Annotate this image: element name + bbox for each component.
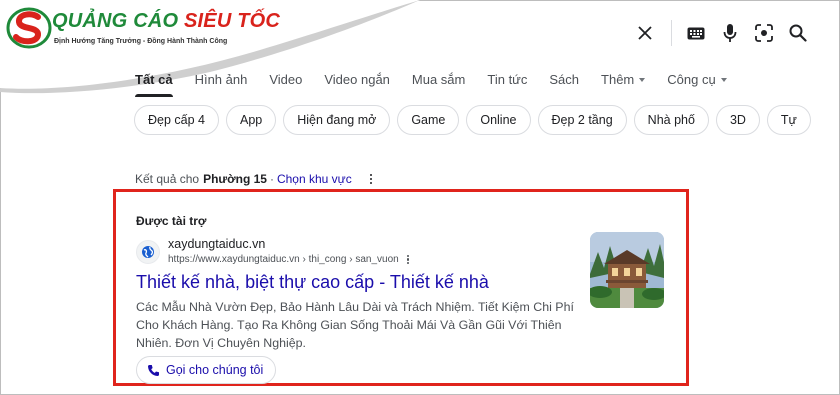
results-for-location: Kết quả cho Phường 15 · Chọn khu vực bbox=[135, 172, 373, 186]
chip[interactable]: 3D bbox=[715, 105, 760, 135]
chip[interactable]: Đẹp cấp 4 bbox=[134, 105, 219, 135]
ad-site-url: https://www.xaydungtaiduc.vn › thi_cong … bbox=[168, 254, 409, 265]
tab-label: Tất cả bbox=[135, 72, 173, 87]
chip[interactable]: Đẹp 2 tầng bbox=[537, 105, 627, 135]
ad-title-link[interactable]: Thiết kế nhà, biệt thự cao cấp - Thiết k… bbox=[136, 272, 489, 293]
tab-books[interactable]: Sách bbox=[549, 72, 579, 97]
tab-images[interactable]: Hình ảnh bbox=[195, 72, 248, 97]
tab-label: Sách bbox=[549, 72, 580, 87]
close-icon[interactable] bbox=[633, 21, 657, 45]
ad-description: Các Mẫu Nhà Vườn Đẹp, Bảo Hành Lâu Dài v… bbox=[136, 300, 574, 350]
tab-label: Video ngắn bbox=[324, 72, 390, 87]
chip[interactable]: Game bbox=[397, 105, 460, 135]
tab-short-videos[interactable]: Video ngắn bbox=[324, 72, 390, 97]
tab-tools[interactable]: Công cụ bbox=[667, 72, 727, 97]
chevron-down-icon bbox=[639, 77, 646, 82]
logo-s-icon bbox=[6, 7, 52, 49]
tab-label: Hình ảnh bbox=[194, 72, 248, 87]
sponsored-label: Được tài trợ bbox=[136, 214, 207, 228]
more-options-icon[interactable] bbox=[406, 254, 409, 265]
results-for-prefix: Kết quả cho bbox=[135, 172, 200, 186]
mic-icon[interactable] bbox=[718, 21, 742, 45]
search-divider bbox=[671, 20, 672, 46]
search-tabs: Tất cả Hình ảnh Video Video ngắn Mua sắm… bbox=[135, 72, 749, 97]
chip[interactable]: App bbox=[225, 105, 277, 135]
filter-chips: Đẹp cấp 4 App Hiện đang mở Game Online Đ… bbox=[134, 105, 818, 135]
ad-site-name[interactable]: xaydungtaiduc.vn bbox=[168, 237, 265, 251]
tab-label: Video bbox=[269, 72, 303, 87]
search-icon[interactable] bbox=[786, 21, 810, 45]
search-bar-actions bbox=[623, 20, 810, 46]
keyboard-icon[interactable] bbox=[684, 21, 708, 45]
tab-shopping[interactable]: Mua sắm bbox=[412, 72, 465, 97]
logo-name-red: SIÊU TỐC bbox=[184, 10, 281, 32]
tab-label: Mua sắm bbox=[411, 72, 466, 87]
tab-label: Công cụ bbox=[667, 72, 716, 87]
logo-slogan: Định Hướng Tăng Trưởng - Đồng Hành Thành… bbox=[54, 38, 228, 45]
location-name: Phường 15 bbox=[203, 172, 267, 186]
sponsored-ad-result: Được tài trợ xaydungtaiduc.vn https://ww… bbox=[113, 189, 689, 386]
ad-thumbnail-image[interactable] bbox=[590, 232, 664, 308]
choose-area-link[interactable]: Chọn khu vực bbox=[277, 172, 352, 186]
logo-name-green: QUẢNG CÁO bbox=[52, 10, 184, 32]
separator: · bbox=[269, 172, 274, 186]
tab-news[interactable]: Tin tức bbox=[487, 72, 527, 97]
chevron-down-icon bbox=[720, 77, 727, 82]
phone-icon bbox=[148, 364, 159, 376]
logo-wordmark: QUẢNG CÁO SIÊU TỐC bbox=[52, 10, 280, 33]
chip[interactable]: Tự bbox=[766, 105, 811, 135]
tab-videos[interactable]: Video bbox=[269, 72, 302, 97]
tab-more[interactable]: Thêm bbox=[601, 72, 646, 97]
chip[interactable]: Hiện đang mở bbox=[283, 105, 391, 135]
tab-all[interactable]: Tất cả bbox=[135, 72, 173, 97]
chip[interactable]: Nhà phố bbox=[633, 105, 709, 135]
ad-url-text: https://www.xaydungtaiduc.vn › thi_cong … bbox=[168, 254, 399, 265]
lens-icon[interactable] bbox=[752, 21, 776, 45]
tab-label: Thêm bbox=[601, 72, 635, 87]
chip[interactable]: Online bbox=[466, 105, 531, 135]
globe-icon bbox=[136, 240, 160, 264]
call-button[interactable]: Gọi cho chúng tôi bbox=[136, 356, 277, 384]
tab-label: Tin tức bbox=[487, 72, 528, 87]
more-options-icon[interactable] bbox=[369, 173, 373, 185]
call-button-label: Gọi cho chúng tôi bbox=[166, 363, 264, 377]
